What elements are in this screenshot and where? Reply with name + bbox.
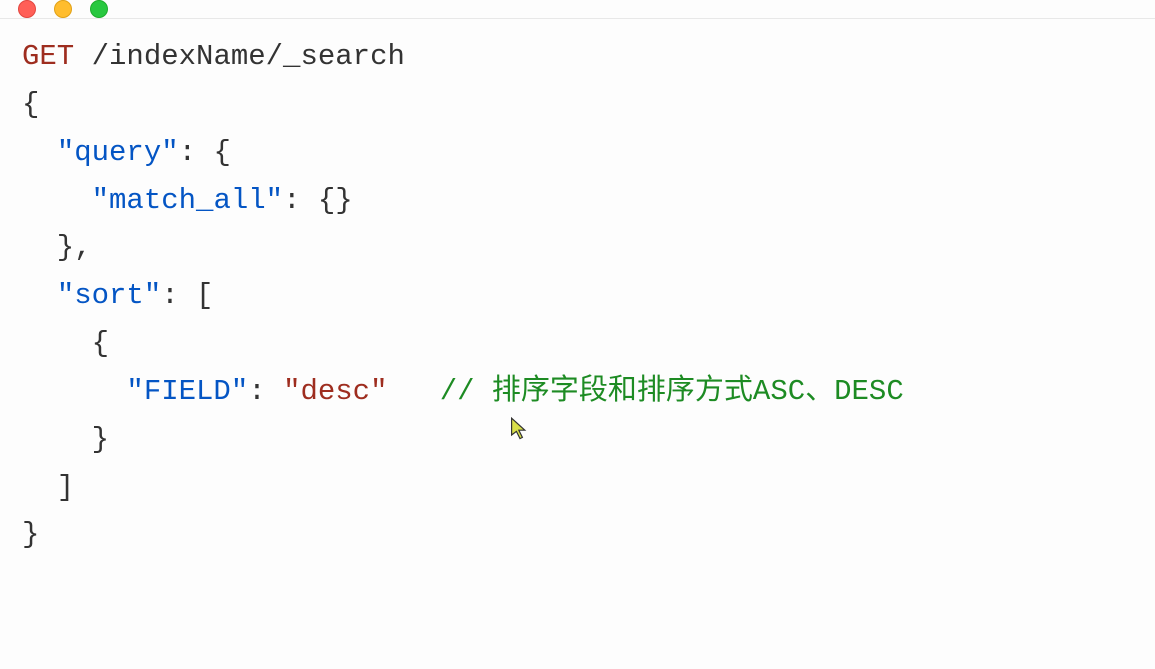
punct: : { [179, 136, 231, 169]
code-editor[interactable]: GET /indexName/_search { "query": { "mat… [0, 19, 1155, 669]
brace-close: } [22, 518, 39, 551]
indent [22, 279, 57, 312]
json-key-match-all: "match_all" [92, 184, 283, 217]
maximize-button[interactable] [90, 0, 108, 18]
indent [22, 136, 57, 169]
punct: : {} [283, 184, 353, 217]
brace-open: { [22, 88, 39, 121]
json-key-field: "FIELD" [126, 375, 248, 408]
json-key-sort: "sort" [57, 279, 161, 312]
punct: { [22, 327, 109, 360]
minimize-button[interactable] [54, 0, 72, 18]
comment-sort-explanation: // 排序字段和排序方式ASC、DESC [440, 375, 904, 408]
punct: } [22, 423, 109, 456]
indent [22, 375, 126, 408]
request-path: /indexName/_search [92, 40, 405, 73]
json-value-desc: "desc" [283, 375, 387, 408]
punct: ] [22, 471, 74, 504]
http-method: GET [22, 40, 74, 73]
gap [387, 375, 439, 408]
cursor-icon [510, 417, 530, 441]
titlebar [0, 0, 1155, 19]
punct: : [248, 375, 283, 408]
punct: }, [22, 231, 92, 264]
punct: : [ [161, 279, 213, 312]
json-key-query: "query" [57, 136, 179, 169]
indent [22, 184, 92, 217]
close-button[interactable] [18, 0, 36, 18]
code-window: GET /indexName/_search { "query": { "mat… [0, 0, 1155, 547]
